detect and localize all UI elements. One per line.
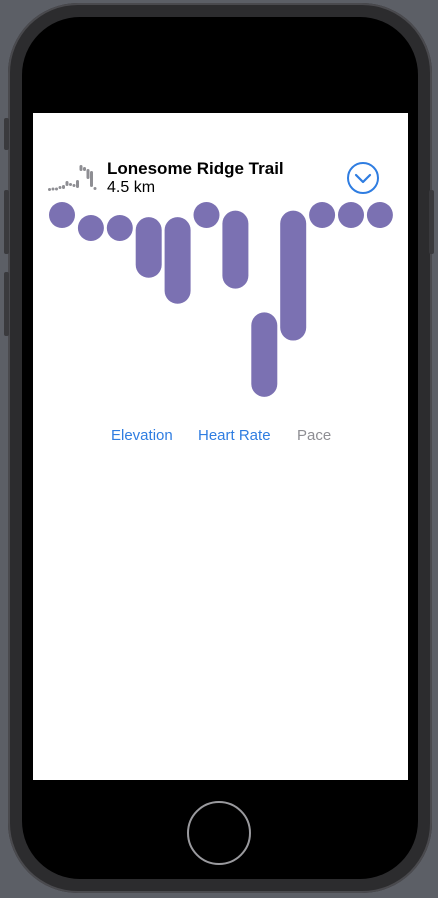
tab-heart-rate[interactable]: Heart Rate xyxy=(198,427,271,444)
chart-bar xyxy=(49,202,75,228)
volume-down-button xyxy=(4,272,9,336)
volume-up-button xyxy=(4,190,9,254)
chart-bar xyxy=(251,312,278,397)
elevation-chart xyxy=(49,202,393,397)
home-button[interactable] xyxy=(187,801,251,865)
chart-bar xyxy=(309,202,336,228)
tab-pace[interactable]: Pace xyxy=(297,427,331,444)
chart-bar xyxy=(222,210,249,289)
metric-tabs: Elevation Heart Rate Pace xyxy=(33,427,408,447)
chart-bar xyxy=(280,210,307,341)
app-screen: Lonesome Ridge Trail 4.5 km Elevation He… xyxy=(33,113,408,780)
chart-bar xyxy=(77,214,104,241)
chart-bar xyxy=(135,217,162,278)
power-button xyxy=(429,190,434,254)
chart-bar xyxy=(164,217,191,304)
chart-bar xyxy=(106,214,133,241)
chart-bar xyxy=(338,202,364,228)
chart-bar xyxy=(193,202,220,228)
tab-elevation[interactable]: Elevation xyxy=(111,427,173,444)
mute-switch xyxy=(4,118,9,150)
chart-bar xyxy=(366,202,393,228)
